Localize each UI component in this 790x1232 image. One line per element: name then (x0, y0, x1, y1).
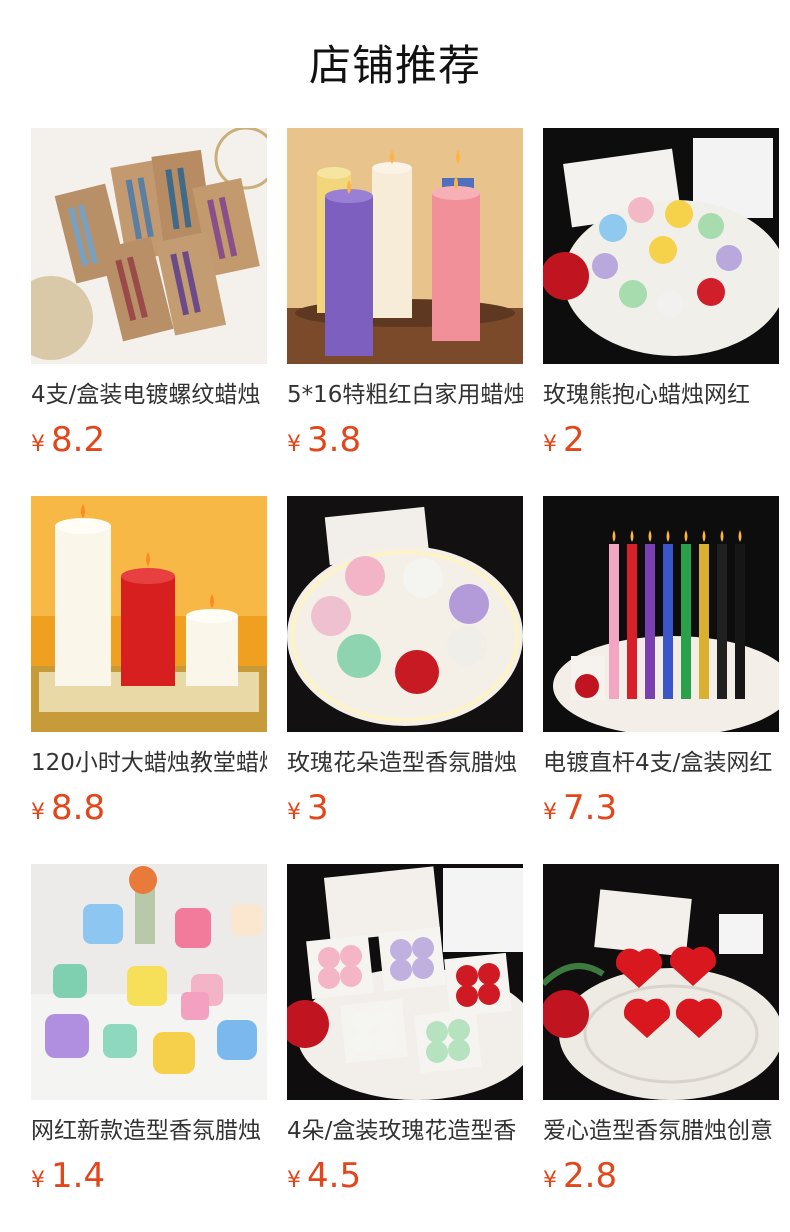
product-image-bear-candles-plate[interactable] (543, 128, 779, 364)
product-image-church-pillar-candles[interactable] (31, 496, 267, 732)
product-name[interactable]: 4朵/盒装玫瑰花造型香 (287, 1114, 523, 1148)
currency-symbol: ¥ (543, 1168, 557, 1193)
product-name[interactable]: 电镀直杆4支/盒装网红 (543, 746, 779, 780)
product-image-boxed-rose-candles[interactable] (287, 864, 523, 1100)
price-value: 2.8 (563, 1156, 618, 1196)
product-price: ¥2 (543, 416, 779, 464)
product-image-bubble-cube-candles[interactable] (31, 864, 267, 1100)
price-value: 3.8 (307, 420, 362, 460)
currency-symbol: ¥ (287, 1168, 301, 1193)
product-card[interactable]: 网红新款造型香氛腊烛 ¥1.4 (31, 864, 267, 1218)
product-image-straight-taper-candles[interactable] (543, 496, 779, 732)
product-name[interactable]: 5*16特粗红白家用蜡烛 (287, 378, 523, 412)
product-name[interactable]: 玫瑰花朵造型香氛腊烛 (287, 746, 523, 780)
currency-symbol: ¥ (31, 1168, 45, 1193)
product-image-pillar-candles-color[interactable] (287, 128, 523, 364)
product-grid: 4支/盒装电镀螺纹蜡烛 ¥8.2 5*16特粗红白家用蜡烛 ¥ 3.8 玫瑰熊抱… (31, 128, 779, 1218)
price-value: 7.3 (563, 788, 618, 828)
product-image-taper-candle-boxes[interactable] (31, 128, 267, 364)
price-value: 3 (307, 788, 329, 828)
product-card[interactable]: 4支/盒装电镀螺纹蜡烛 ¥8.2 (31, 128, 267, 482)
product-image-rose-candles-plate[interactable] (287, 496, 523, 732)
currency-symbol: ¥ (31, 432, 45, 457)
product-price: ¥4.5 (287, 1152, 523, 1200)
product-name[interactable]: 120小时大蜡烛教堂蜡烛 (31, 746, 267, 780)
product-price: ¥3 (287, 784, 523, 832)
currency-symbol: ¥ (31, 800, 45, 825)
product-name[interactable]: 爱心造型香氛腊烛创意 (543, 1114, 779, 1148)
page-title: 店铺推荐 (308, 41, 481, 90)
price-value: 2 (563, 420, 585, 460)
product-price: ¥8.8 (31, 784, 267, 832)
product-price: ¥7.3 (543, 784, 779, 832)
currency-symbol: ¥ (287, 432, 301, 457)
product-card[interactable]: 玫瑰熊抱心蜡烛网红 ¥2 (543, 128, 779, 482)
price-value: 8.8 (51, 788, 106, 828)
product-card[interactable]: 玫瑰花朵造型香氛腊烛 ¥3 (287, 496, 523, 850)
product-card[interactable]: 120小时大蜡烛教堂蜡烛 ¥8.8 (31, 496, 267, 850)
product-price: ¥8.2 (31, 416, 267, 464)
product-price: ¥1.4 (31, 1152, 267, 1200)
product-card[interactable]: 电镀直杆4支/盒装网红 ¥7.3 (543, 496, 779, 850)
currency-symbol: ¥ (543, 432, 557, 457)
price-value: 1.4 (51, 1156, 106, 1196)
product-name[interactable]: 4支/盒装电镀螺纹蜡烛 (31, 378, 267, 412)
product-name[interactable]: 网红新款造型香氛腊烛 (31, 1114, 267, 1148)
product-name[interactable]: 玫瑰熊抱心蜡烛网红 (543, 378, 779, 412)
product-price: ¥2.8 (543, 1152, 779, 1200)
product-card[interactable]: 5*16特粗红白家用蜡烛 ¥3.8 (287, 128, 523, 482)
product-price: ¥3.8 (287, 416, 523, 464)
product-card[interactable]: 爱心造型香氛腊烛创意 ¥2.8 (543, 864, 779, 1218)
currency-symbol: ¥ (543, 800, 557, 825)
price-value: 4.5 (307, 1156, 362, 1196)
product-card[interactable]: 4朵/盒装玫瑰花造型香 ¥4.5 (287, 864, 523, 1218)
product-image-heart-candles-plate[interactable] (543, 864, 779, 1100)
price-value: 8.2 (51, 420, 106, 460)
currency-symbol: ¥ (287, 800, 301, 825)
